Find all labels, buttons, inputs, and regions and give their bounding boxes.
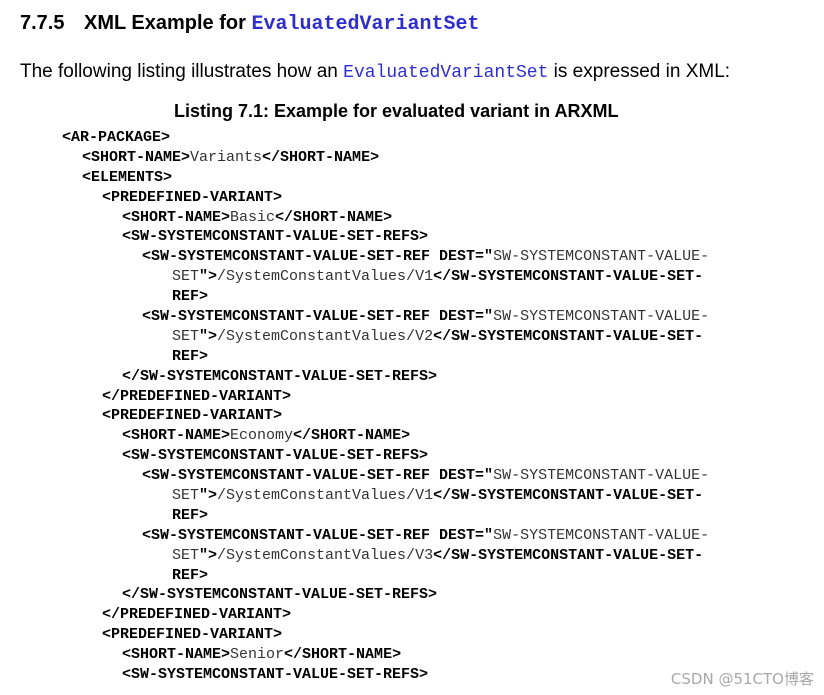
xml-tag-text: <AR-PACKAGE> (62, 129, 171, 146)
xml-tag-text: <SW-SYSTEMCONSTANT-VALUE-SET-REF DEST=" (142, 467, 494, 485)
code-line: <SW-SYSTEMCONSTANT-VALUE-SET-REF DEST="S… (62, 247, 802, 267)
code-line: <SHORT-NAME>Senior</SHORT-NAME> (62, 645, 802, 665)
code-line: REF> (62, 347, 802, 367)
xml-tag-text: </SHORT-NAME> (293, 427, 411, 445)
xml-value-text: SW-SYSTEMCONSTANT-VALUE- (493, 526, 710, 544)
xml-value-text: Economy (230, 427, 294, 445)
xml-value-text: SET (172, 327, 200, 345)
code-listing: <AR-PACKAGE> <SHORT-NAME>Variants</SHORT-… (62, 128, 802, 685)
xml-tag-text: "> (199, 268, 218, 286)
xml-tag-text: </SHORT-NAME> (262, 148, 380, 166)
intro-text-after: is expressed in XML: (548, 61, 731, 82)
code-line: <SW-SYSTEMCONSTANT-VALUE-SET-REFS> (62, 446, 802, 466)
section-title-code: EvaluatedVariantSet (251, 13, 480, 36)
xml-value-text: SW-SYSTEMCONSTANT-VALUE- (493, 308, 710, 326)
watermark: CSDN @51CTO博客 (670, 670, 814, 688)
code-line: </PREDEFINED-VARIANT> (62, 605, 802, 625)
xml-tag-text: <SW-SYSTEMCONSTANT-VALUE-SET-REF DEST=" (142, 308, 494, 326)
code-line: SET">/SystemConstantValues/V1</SW-SYSTEM… (62, 267, 802, 287)
xml-value-text: /SystemConstantValues/V1 (217, 487, 434, 505)
xml-tag-text: "> (199, 546, 218, 564)
xml-value-text: Senior (230, 646, 285, 664)
xml-tag-text: <PREDEFINED-VARIANT> (102, 626, 283, 644)
code-line: REF> (62, 287, 802, 307)
code-line: REF> (62, 506, 802, 526)
xml-tag-text: <SW-SYSTEMCONSTANT-VALUE-SET-REF DEST=" (142, 526, 494, 544)
xml-tag-text: <SW-SYSTEMCONSTANT-VALUE-SET-REF DEST=" (142, 248, 494, 266)
intro-text-before: The following listing illustrates how an (20, 61, 344, 82)
xml-value-text: SET (172, 268, 200, 286)
xml-tag-text: <SW-SYSTEMCONSTANT-VALUE-SET-REFS> (122, 666, 429, 684)
xml-value-text: Basic (230, 208, 276, 226)
code-line: SET">/SystemConstantValues/V3</SW-SYSTEM… (62, 546, 802, 566)
code-line: <PREDEFINED-VARIANT> (62, 188, 802, 208)
code-line: <PREDEFINED-VARIANT> (62, 406, 802, 426)
xml-tag-text: </SHORT-NAME> (284, 646, 402, 664)
xml-value-text: Variants (190, 148, 263, 166)
xml-value-text: /SystemConstantValues/V1 (217, 268, 434, 286)
xml-tag-text: REF> (172, 506, 209, 524)
code-line: REF> (62, 566, 802, 586)
section-title-text: XML Example for (84, 12, 252, 34)
xml-value-text: SW-SYSTEMCONSTANT-VALUE- (493, 467, 710, 485)
code-line: </PREDEFINED-VARIANT> (62, 387, 802, 407)
intro-paragraph: The following listing illustrates how an… (20, 58, 730, 87)
xml-tag-text: <PREDEFINED-VARIANT> (102, 407, 283, 425)
xml-tag-text: <SHORT-NAME> (122, 208, 231, 226)
section-heading: 7.7.5 XML Example for EvaluatedVariantSet (20, 8, 480, 40)
code-line: <AR-PACKAGE> (62, 128, 802, 148)
xml-tag-text: </PREDEFINED-VARIANT> (102, 387, 292, 405)
xml-tag-text: <SHORT-NAME> (122, 646, 231, 664)
xml-value-text: SET (172, 546, 200, 564)
xml-tag-text: </SW-SYSTEMCONSTANT-VALUE-SET-REFS> (122, 586, 438, 604)
xml-tag-text: </SW-SYSTEMCONSTANT-VALUE-SET- (433, 546, 704, 564)
code-line: </SW-SYSTEMCONSTANT-VALUE-SET-REFS> (62, 367, 802, 387)
intro-code-link[interactable]: EvaluatedVariantSet (343, 63, 548, 83)
xml-value-text: /SystemConstantValues/V3 (217, 546, 434, 564)
xml-tag-text: REF> (172, 566, 209, 584)
xml-tag-text: "> (199, 487, 218, 505)
code-line: <SW-SYSTEMCONSTANT-VALUE-SET-REFS> (62, 227, 802, 247)
xml-value-text: /SystemConstantValues/V2 (217, 327, 434, 345)
code-line: <SHORT-NAME>Variants</SHORT-NAME> (62, 148, 802, 168)
xml-tag-text: </SW-SYSTEMCONSTANT-VALUE-SET- (433, 268, 704, 286)
xml-tag-text: </SW-SYSTEMCONSTANT-VALUE-SET- (433, 327, 704, 345)
xml-tag-text: </PREDEFINED-VARIANT> (102, 606, 292, 624)
xml-tag-text: <SW-SYSTEMCONSTANT-VALUE-SET-REFS> (122, 447, 429, 465)
xml-tag-text: REF> (172, 347, 209, 365)
xml-tag-text: "> (199, 327, 218, 345)
xml-tag-text: <SHORT-NAME> (82, 148, 191, 166)
listing-caption: Listing 7.1: Example for evaluated varia… (174, 101, 619, 121)
section-number: 7.7.5 (20, 12, 65, 34)
code-line: <PREDEFINED-VARIANT> (62, 625, 802, 645)
code-line: SET">/SystemConstantValues/V1</SW-SYSTEM… (62, 486, 802, 506)
code-line: SET">/SystemConstantValues/V2</SW-SYSTEM… (62, 327, 802, 347)
code-line: </SW-SYSTEMCONSTANT-VALUE-SET-REFS> (62, 585, 802, 605)
xml-tag-text: </SW-SYSTEMCONSTANT-VALUE-SET- (433, 487, 704, 505)
xml-tag-text: REF> (172, 288, 209, 306)
xml-value-text: SW-SYSTEMCONSTANT-VALUE- (493, 248, 710, 266)
xml-tag-text: </SW-SYSTEMCONSTANT-VALUE-SET-REFS> (122, 367, 438, 385)
xml-tag-text: <PREDEFINED-VARIANT> (102, 188, 283, 206)
code-line: <SW-SYSTEMCONSTANT-VALUE-SET-REF DEST="S… (62, 466, 802, 486)
xml-tag-text: <ELEMENTS> (82, 168, 173, 186)
code-line: <ELEMENTS> (62, 168, 802, 188)
code-line: <SW-SYSTEMCONSTANT-VALUE-SET-REF DEST="S… (62, 307, 802, 327)
code-line: <SHORT-NAME>Basic</SHORT-NAME> (62, 208, 802, 228)
xml-value-text: SET (172, 487, 200, 505)
xml-tag-text: </SHORT-NAME> (275, 208, 393, 226)
code-line: <SW-SYSTEMCONSTANT-VALUE-SET-REF DEST="S… (62, 526, 802, 546)
code-line: <SHORT-NAME>Economy</SHORT-NAME> (62, 426, 802, 446)
xml-tag-text: <SW-SYSTEMCONSTANT-VALUE-SET-REFS> (122, 228, 429, 246)
xml-tag-text: <SHORT-NAME> (122, 427, 231, 445)
